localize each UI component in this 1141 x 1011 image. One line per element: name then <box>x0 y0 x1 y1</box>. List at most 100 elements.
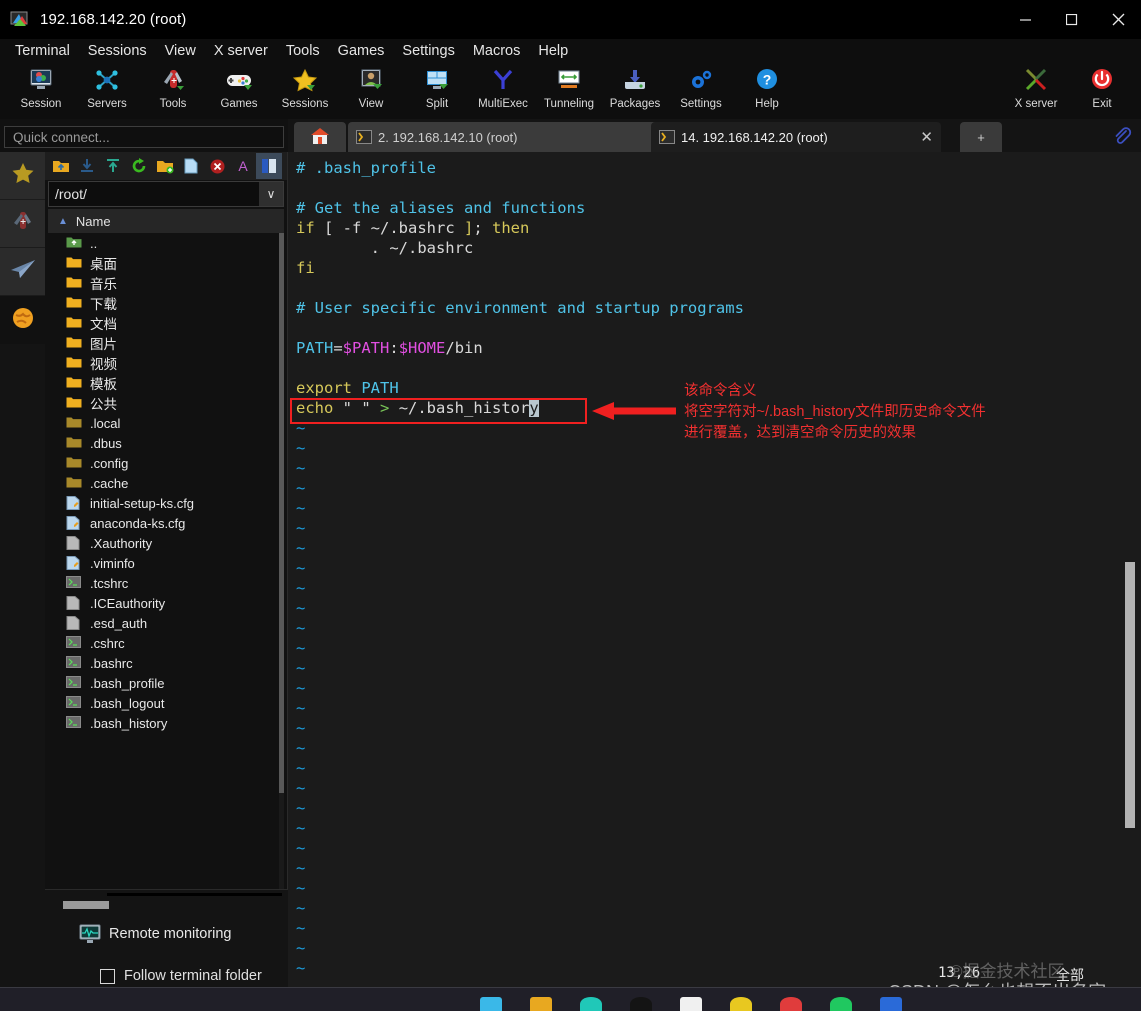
sftp-file-row[interactable]: .cache <box>48 473 284 493</box>
upload-icon[interactable] <box>100 153 126 179</box>
maximize-button[interactable] <box>1049 0 1095 39</box>
toolbar-sessions[interactable]: Sessions <box>272 62 338 110</box>
sftp-file-row[interactable]: 公共 <box>48 393 284 413</box>
menu-macros[interactable]: Macros <box>464 41 530 61</box>
sftp-file-row[interactable]: initial-setup-ks.cfg <box>48 493 284 513</box>
rail-globe-button[interactable] <box>0 296 45 344</box>
quick-connect-input[interactable]: Quick connect... <box>4 126 284 148</box>
download-icon[interactable] <box>74 153 100 179</box>
sftp-file-row[interactable]: .Xauthority <box>48 533 284 553</box>
taskbar-icon-red[interactable] <box>780 997 802 1011</box>
go-up-folder-icon[interactable] <box>48 153 74 179</box>
text-edit-icon[interactable]: A <box>230 153 256 179</box>
sftp-file-row[interactable]: anaconda-ks.cfg <box>48 513 284 533</box>
sftp-file-row[interactable]: .local <box>48 413 284 433</box>
sftp-horizontal-scroll-thumb[interactable] <box>63 901 109 909</box>
tab-home[interactable] <box>294 122 346 152</box>
sftp-file-row[interactable]: .config <box>48 453 284 473</box>
sftp-file-row[interactable]: .bash_profile <box>48 673 284 693</box>
taskbar-icon-teal[interactable] <box>580 997 602 1011</box>
sftp-file-row[interactable]: 下载 <box>48 293 284 313</box>
toolbar-servers[interactable]: Servers <box>74 62 140 110</box>
taskbar-icon-yellow[interactable] <box>730 997 752 1011</box>
toolbar-view[interactable]: View <box>338 62 404 110</box>
rail-tools-button[interactable] <box>0 200 45 248</box>
toolbar-packages[interactable]: Packages <box>602 62 668 110</box>
menu-x-server[interactable]: X server <box>205 41 277 61</box>
toolbar-help[interactable]: ? Help <box>734 62 800 110</box>
toolbar-session[interactable]: Session <box>8 62 74 110</box>
terminal-line: fi <box>296 259 315 277</box>
chevron-down-icon[interactable]: ∨ <box>259 182 283 206</box>
toggle-panel-icon[interactable] <box>256 153 282 179</box>
sftp-file-row[interactable]: .esd_auth <box>48 613 284 633</box>
taskbar-icon-explorer-blue[interactable] <box>480 997 502 1011</box>
new-tab-button[interactable]: + <box>960 122 1002 152</box>
toolbar-tools[interactable]: Tools <box>140 62 206 110</box>
close-button[interactable] <box>1095 0 1141 39</box>
sftp-path-field[interactable]: /root/ ∨ <box>48 181 284 207</box>
new-folder-icon[interactable] <box>152 153 178 179</box>
taskbar-icon-green[interactable] <box>830 997 852 1011</box>
sftp-file-row[interactable]: .bash_logout <box>48 693 284 713</box>
sftp-file-row[interactable]: .ICEauthority <box>48 593 284 613</box>
sftp-file-row[interactable]: .bashrc <box>48 653 284 673</box>
terminal-tilde-line: ~ <box>296 619 306 637</box>
menu-view[interactable]: View <box>156 41 205 61</box>
taskbar-icon-dark[interactable] <box>630 997 652 1011</box>
sftp-file-row[interactable]: .tcshrc <box>48 573 284 593</box>
refresh-icon[interactable] <box>126 153 152 179</box>
tab-session-1[interactable]: 2. 192.168.142.10 (root) ✕ <box>348 122 699 152</box>
delete-icon[interactable] <box>204 153 230 179</box>
menu-help[interactable]: Help <box>529 41 577 61</box>
menu-terminal[interactable]: Terminal <box>6 41 79 61</box>
sftp-file-row[interactable]: 文档 <box>48 313 284 333</box>
sftp-file-row[interactable]: 音乐 <box>48 273 284 293</box>
follow-terminal-folder-checkbox[interactable]: Follow terminal folder <box>100 968 262 984</box>
sftp-file-row[interactable]: .dbus <box>48 433 284 453</box>
rail-sftp-button[interactable] <box>0 248 45 296</box>
toolbar-split[interactable]: Split <box>404 62 470 110</box>
toolbar-exit[interactable]: Exit <box>1069 62 1135 110</box>
tab-session-2[interactable]: 14. 192.168.142.20 (root) ✕ <box>651 122 941 152</box>
menu-games[interactable]: Games <box>329 41 394 61</box>
minimize-button[interactable] <box>1003 0 1049 39</box>
terminal-tab-icon <box>356 130 372 144</box>
toolbar-x-server[interactable]: X server <box>1003 62 1069 110</box>
terminal-tilde-line: ~ <box>296 499 306 517</box>
sftp-column-header[interactable]: ▲ Name <box>48 209 284 233</box>
menu-tools[interactable]: Tools <box>277 41 329 61</box>
terminal-pane[interactable]: # .bash_profile # Get the aliases and fu… <box>288 152 1141 987</box>
sftp-file-row[interactable]: .. <box>48 233 284 253</box>
sftp-file-row[interactable]: .cshrc <box>48 633 284 653</box>
paperclip-icon[interactable] <box>1111 125 1133 147</box>
remote-monitoring-button[interactable]: Remote monitoring <box>79 924 232 944</box>
new-file-icon[interactable] <box>178 153 204 179</box>
rail-favorites-button[interactable] <box>0 152 45 200</box>
toolbar-settings[interactable]: Settings <box>668 62 734 110</box>
sftp-file-row[interactable]: .viminfo <box>48 553 284 573</box>
sftp-file-row[interactable]: 模板 <box>48 373 284 393</box>
sftp-file-row[interactable]: 桌面 <box>48 253 284 273</box>
sftp-horizontal-scroll-track[interactable] <box>107 893 282 896</box>
menu-settings[interactable]: Settings <box>393 41 463 61</box>
toolbar-games[interactable]: Games <box>206 62 272 110</box>
terminal-tilde-line: ~ <box>296 459 306 477</box>
taskbar-icon-blue[interactable] <box>880 997 902 1011</box>
menu-sessions[interactable]: Sessions <box>79 41 156 61</box>
checkbox-box[interactable] <box>100 968 115 984</box>
toolbar-multiexec[interactable]: MultiExec <box>470 62 536 110</box>
hidden-folder-icon <box>66 436 84 450</box>
sftp-file-list[interactable]: .. 桌面 音乐 下载 文档 图片 视频 模板公共 .local .dbus .config .cac… <box>48 233 284 933</box>
taskbar-icon-folder[interactable] <box>530 997 552 1011</box>
sftp-file-row[interactable]: .bash_history <box>48 713 284 733</box>
sftp-file-row[interactable]: 视频 <box>48 353 284 373</box>
taskbar-icon-white[interactable] <box>680 997 702 1011</box>
tab-close-icon[interactable]: ✕ <box>920 128 933 146</box>
terminal-scrollbar[interactable] <box>1125 152 1135 987</box>
sftp-vertical-scrollbar[interactable] <box>279 233 284 933</box>
sftp-file-row[interactable]: 图片 <box>48 333 284 353</box>
toolbar-tunneling[interactable]: Tunneling <box>536 62 602 110</box>
sftp-file-name: 公共 <box>90 397 117 412</box>
